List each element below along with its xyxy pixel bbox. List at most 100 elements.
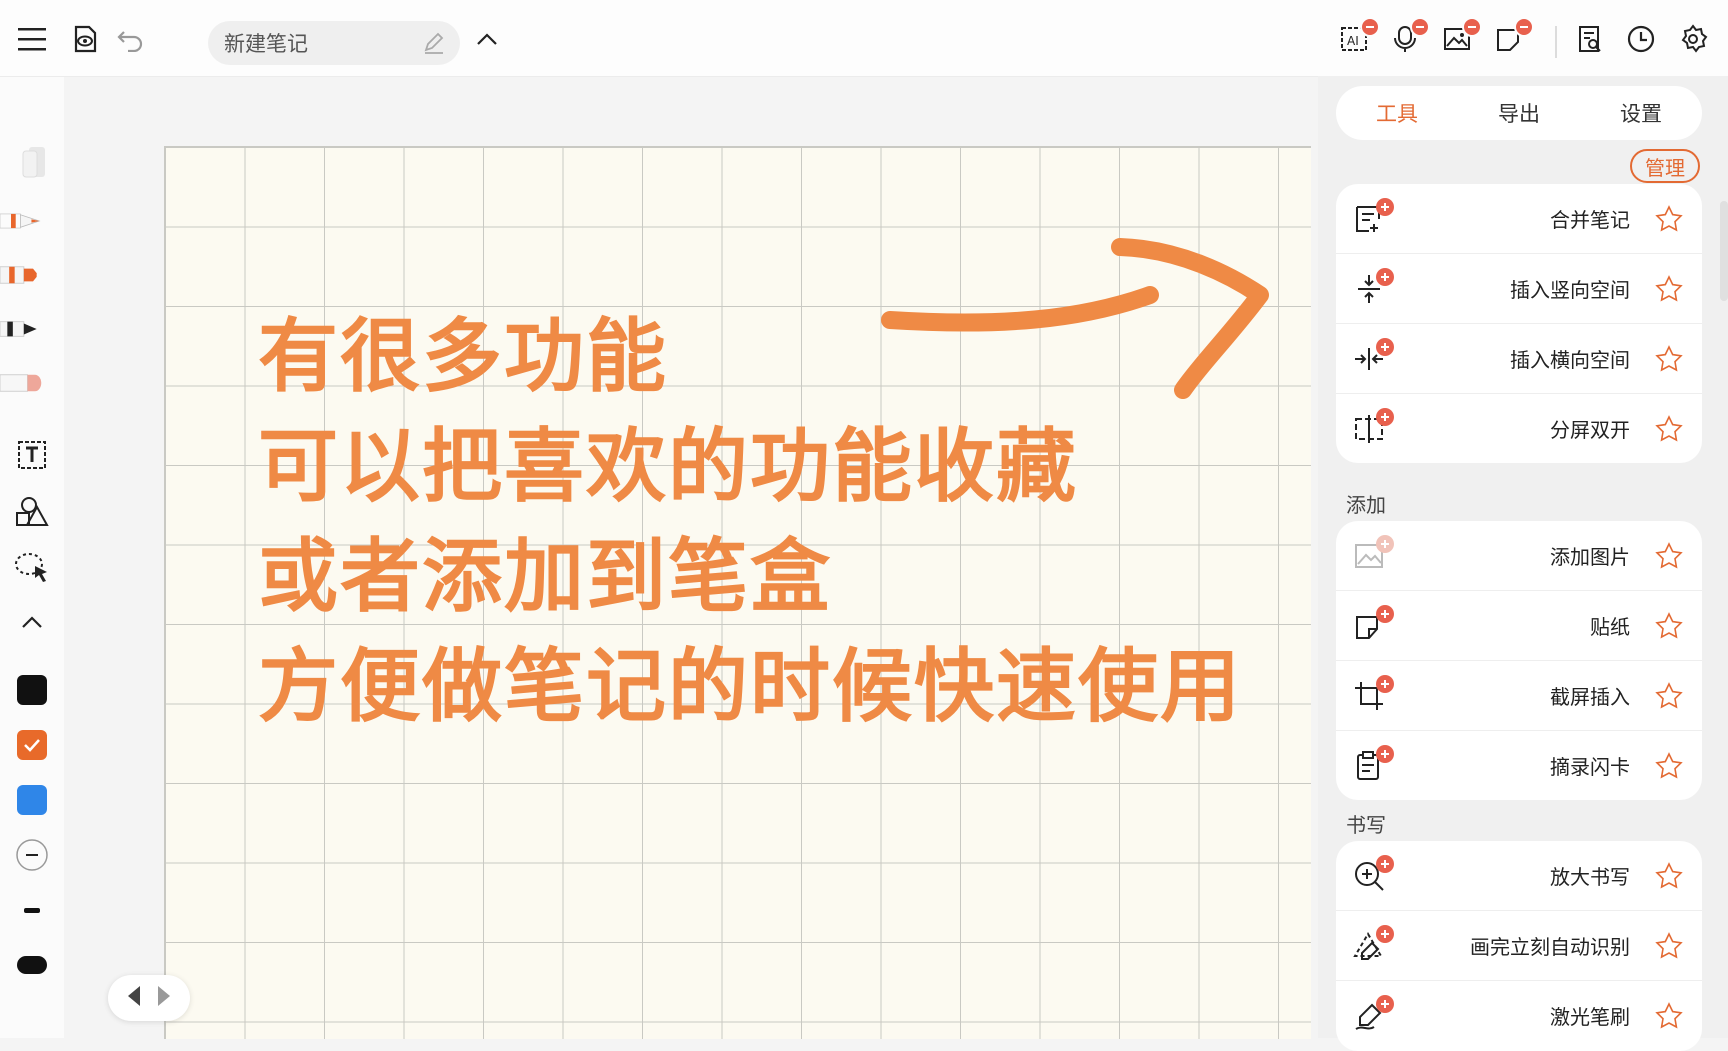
image-recognize-icon[interactable]	[1440, 17, 1482, 56]
ai-voice-icon[interactable]	[1388, 17, 1430, 56]
star-icon[interactable]	[1654, 861, 1684, 891]
note-title-field[interactable]: 新建笔记	[208, 21, 460, 65]
write-group-card: 放大书写 画完立刻自动识别 激光笔刷	[1336, 841, 1702, 1051]
pen-holder-icon[interactable]	[10, 141, 54, 181]
next-page-icon[interactable]	[156, 984, 172, 1012]
tab-settings[interactable]: 设置	[1620, 98, 1662, 128]
star-icon[interactable]	[1654, 414, 1684, 444]
star-icon[interactable]	[1654, 344, 1684, 374]
list-item[interactable]: 激光笔刷	[1336, 980, 1702, 1050]
remove-badge[interactable]	[1462, 17, 1482, 37]
list-item-label: 添加图片	[1550, 545, 1630, 569]
sticker-add-icon[interactable]	[1492, 17, 1534, 56]
handwriting-line: 方便做笔记的时候快速使用	[258, 640, 1242, 733]
remove-badge[interactable]	[1514, 17, 1534, 37]
toolbar-divider	[1555, 26, 1557, 58]
eraser-icon[interactable]	[0, 363, 44, 403]
section-title-write: 书写	[1346, 813, 1386, 837]
prev-page-icon[interactable]	[126, 984, 142, 1012]
list-item[interactable]: 插入竖向空间	[1336, 253, 1702, 323]
marker-icon[interactable]	[0, 255, 44, 295]
lasso-select-icon[interactable]	[10, 547, 54, 587]
preview-icon[interactable]	[68, 22, 102, 56]
star-icon[interactable]	[1654, 751, 1684, 781]
check-icon	[24, 739, 40, 752]
remove-badge[interactable]	[1410, 17, 1430, 37]
note-title: 新建笔记	[224, 32, 308, 56]
add-badge[interactable]	[1376, 408, 1394, 426]
list-item[interactable]: 截屏插入	[1336, 660, 1702, 730]
settings-icon[interactable]	[1676, 22, 1710, 56]
menu-icon[interactable]	[16, 22, 50, 56]
list-item[interactable]: 画完立刻自动识别	[1336, 910, 1702, 980]
list-item-label: 插入横向空间	[1510, 348, 1630, 372]
section-title-add: 添加	[1346, 493, 1386, 517]
list-item-label: 插入竖向空间	[1510, 278, 1630, 302]
tools-group-card: 合并笔记 插入竖向空间 插入横向空间 分屏双开	[1336, 184, 1702, 463]
star-icon[interactable]	[1654, 274, 1684, 304]
text-tool-icon[interactable]	[10, 435, 54, 475]
list-item[interactable]: 摘录闪卡	[1336, 730, 1702, 800]
panel-scrollbar[interactable]	[1720, 201, 1728, 301]
chevron-up-icon[interactable]	[470, 22, 504, 56]
list-item-label: 截屏插入	[1550, 685, 1630, 709]
manage-button[interactable]: 管理	[1630, 149, 1700, 183]
stroke-width-thick[interactable]	[10, 945, 54, 985]
collapse-tools-icon[interactable]	[10, 602, 54, 642]
add-badge[interactable]	[1376, 268, 1394, 286]
list-item-label: 分屏双开	[1550, 418, 1630, 442]
star-icon[interactable]	[1654, 931, 1684, 961]
list-item-label: 放大书写	[1550, 865, 1630, 889]
svg-text:AI: AI	[1347, 34, 1359, 48]
fountain-pen-icon[interactable]	[0, 201, 44, 241]
list-item[interactable]: 添加图片	[1336, 521, 1702, 590]
edit-icon[interactable]	[422, 31, 446, 60]
list-item[interactable]: 合并笔记	[1336, 184, 1702, 253]
search-note-icon[interactable]	[1573, 22, 1607, 56]
top-toolbar: 新建笔记 AI	[0, 0, 1728, 77]
left-toolbar	[0, 77, 64, 1038]
handwriting-line: 可以把喜欢的功能收藏	[258, 420, 1078, 513]
ai-text-icon[interactable]: AI	[1338, 17, 1380, 56]
list-item-label: 摘录闪卡	[1550, 755, 1630, 779]
list-item[interactable]: 分屏双开	[1336, 393, 1702, 463]
star-icon[interactable]	[1654, 1001, 1684, 1031]
color-swatch-black[interactable]	[10, 670, 54, 710]
handwritten-arrow	[881, 238, 1269, 399]
list-item-label: 合并笔记	[1550, 208, 1630, 232]
list-item[interactable]: 插入横向空间	[1336, 323, 1702, 393]
page-navigator	[108, 975, 190, 1021]
color-swatch-blue[interactable]	[10, 780, 54, 820]
stroke-size-minus-icon[interactable]	[10, 835, 54, 875]
tab-tools[interactable]: 工具	[1376, 98, 1418, 128]
color-swatch-orange[interactable]	[10, 725, 54, 765]
add-badge[interactable]	[1376, 535, 1394, 553]
remove-badge[interactable]	[1360, 17, 1380, 37]
handwriting-line: 或者添加到笔盒	[258, 530, 832, 623]
star-icon[interactable]	[1654, 611, 1684, 641]
star-icon[interactable]	[1654, 681, 1684, 711]
stroke-width-thin[interactable]	[10, 890, 54, 930]
panel-tabs: 工具 导出 设置	[1336, 86, 1702, 140]
add-badge[interactable]	[1376, 198, 1394, 216]
star-icon[interactable]	[1654, 204, 1684, 234]
tab-export[interactable]: 导出	[1498, 98, 1540, 128]
history-icon[interactable]	[1624, 22, 1658, 56]
add-badge[interactable]	[1376, 675, 1394, 693]
add-badge[interactable]	[1376, 338, 1394, 356]
add-badge[interactable]	[1376, 925, 1394, 943]
add-badge[interactable]	[1376, 745, 1394, 763]
add-badge[interactable]	[1376, 855, 1394, 873]
add-badge[interactable]	[1376, 605, 1394, 623]
add-group-card: 添加图片 贴纸 截屏插入 摘录闪卡	[1336, 521, 1702, 800]
shapes-icon[interactable]	[10, 491, 54, 531]
list-item-label: 画完立刻自动识别	[1470, 935, 1630, 959]
list-item[interactable]: 放大书写	[1336, 841, 1702, 910]
star-icon[interactable]	[1654, 541, 1684, 571]
add-badge[interactable]	[1376, 995, 1394, 1013]
ballpoint-pen-icon[interactable]	[0, 309, 44, 349]
list-item[interactable]: 贴纸	[1336, 590, 1702, 660]
undo-icon[interactable]	[114, 22, 148, 56]
list-item-label: 激光笔刷	[1550, 1005, 1630, 1029]
tools-panel: 工具 导出 设置 管理 合并笔记 插入竖向空间 插入横向空间 分屏双开 添加 添…	[1318, 76, 1728, 1051]
